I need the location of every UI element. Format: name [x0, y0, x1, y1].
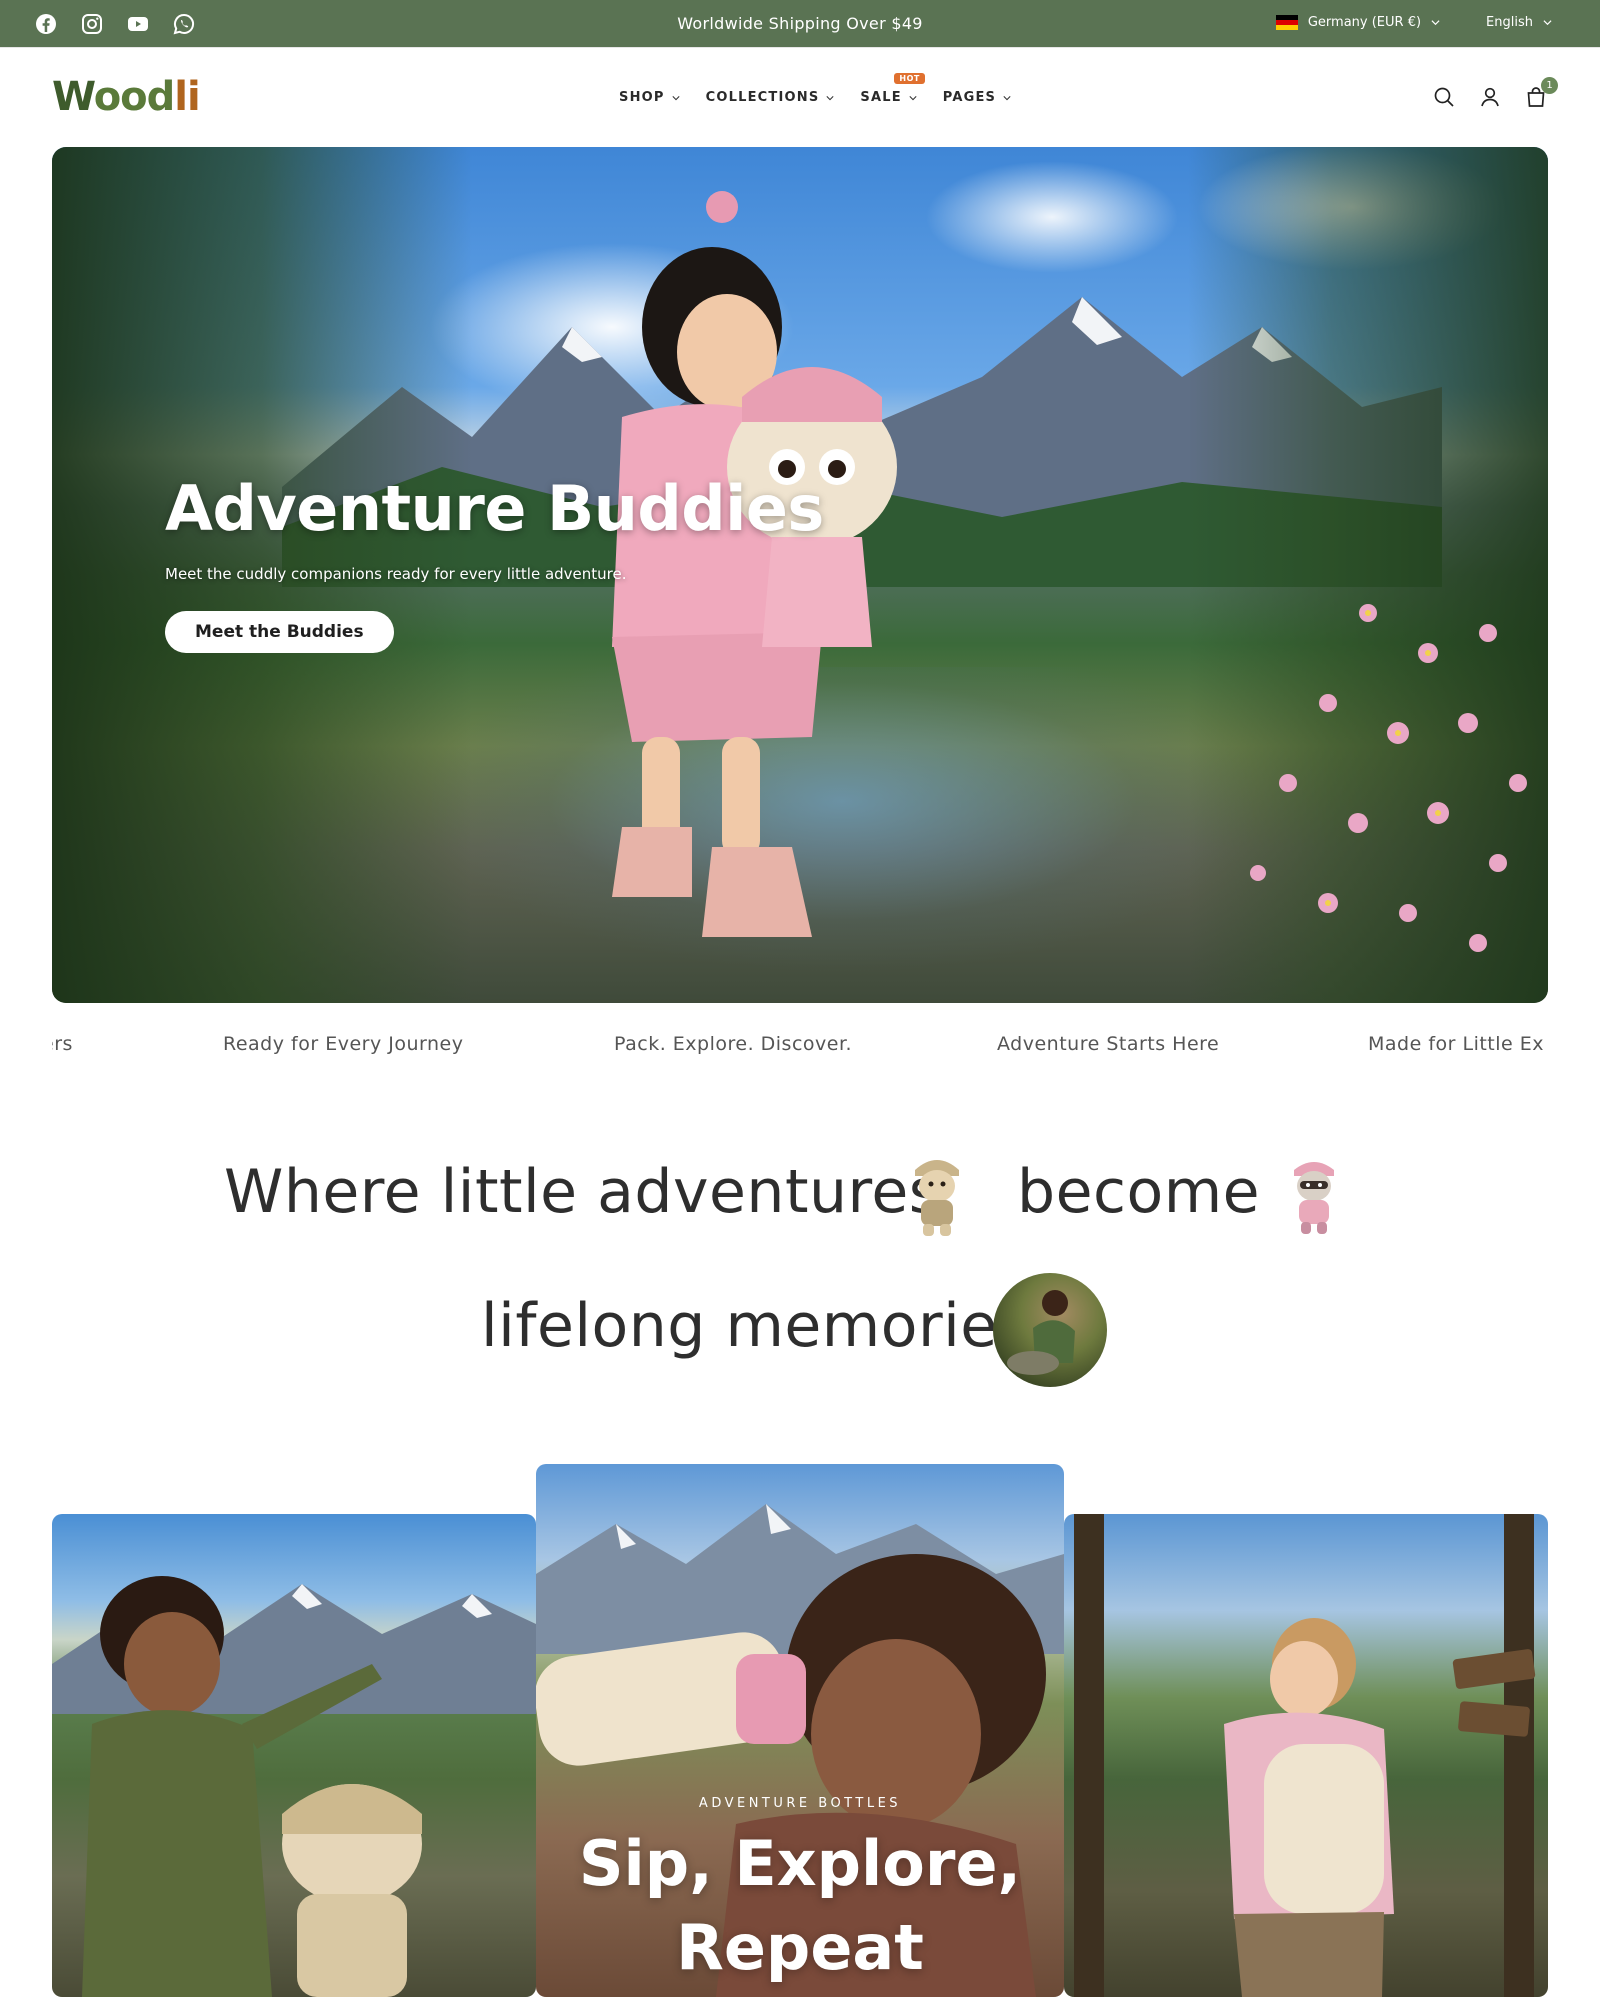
- currency-label: Germany (EUR €): [1307, 15, 1422, 30]
- marquee-item: Pack. Explore. Discover.: [614, 1033, 853, 1055]
- statement-line-1b: become: [1017, 1157, 1261, 1227]
- statement-line-2: lifelong memories: [481, 1291, 1030, 1361]
- collection-card-buddies[interactable]: [52, 1514, 536, 1997]
- language-label: English: [1486, 15, 1533, 30]
- brand-statement: Where little adventures become lifelong …: [0, 1140, 1600, 1400]
- hero-subtitle: Meet the cuddly companions ready for eve…: [165, 565, 627, 583]
- search-icon[interactable]: [1432, 85, 1456, 109]
- boy-with-bunny-illustration: [52, 1576, 536, 1997]
- marquee-strip: ers Ready for Every Journey Pack. Explor…: [52, 1003, 1548, 1083]
- child-exploring-photo: [993, 1273, 1107, 1387]
- hero-title: Adventure Buddies: [165, 472, 824, 545]
- locale-selectors: Germany (EUR €) English: [1275, 15, 1552, 30]
- meet-the-buddies-button[interactable]: Meet the Buddies: [165, 611, 394, 653]
- chevron-down-icon: [826, 95, 834, 100]
- statement-line-1a: Where little adventures: [224, 1157, 941, 1227]
- germany-flag-icon: [1275, 15, 1298, 30]
- site-header: Woodli SHOP COLLECTIONS HOT SALE PAGES 1: [0, 47, 1600, 147]
- cart-count-badge: 1: [1541, 77, 1558, 94]
- hero-banner: Adventure Buddies Meet the cuddly compan…: [52, 147, 1548, 1003]
- collection-card-backpacks[interactable]: [1064, 1514, 1548, 1997]
- marquee-item: Ready for Every Journey: [223, 1033, 464, 1055]
- language-selector[interactable]: English: [1486, 15, 1552, 30]
- child-exploring-illustration: [1007, 1290, 1075, 1375]
- girl-with-backpack-illustration: [1074, 1514, 1536, 1997]
- nav-item-shop[interactable]: SHOP: [619, 90, 680, 105]
- currency-selector[interactable]: Germany (EUR €): [1275, 15, 1440, 30]
- account-icon[interactable]: [1478, 85, 1502, 109]
- card-title: Sip, Explore, Repeat: [578, 1827, 1022, 1984]
- chevron-down-icon: [1003, 95, 1011, 100]
- hero-content: Adventure Buddies Meet the cuddly compan…: [165, 472, 824, 653]
- chevron-down-icon: [909, 95, 917, 100]
- marquee-item: ers: [52, 1033, 73, 1055]
- nav-item-pages[interactable]: PAGES: [943, 90, 1011, 105]
- cart-button[interactable]: 1: [1524, 77, 1558, 109]
- collection-card-adventure-bottles[interactable]: ADVENTURE BOTTLES Sip, Explore, Repeat: [536, 1464, 1064, 1997]
- wildflowers-illustration: [1250, 604, 1527, 952]
- bear-plush-icon: [915, 1160, 959, 1236]
- hot-badge: HOT: [894, 73, 925, 84]
- chevron-down-icon: [672, 95, 680, 100]
- raccoon-plush-icon: [1294, 1162, 1334, 1234]
- announcement-bar: Worldwide Shipping Over $49 Germany (EUR…: [0, 0, 1600, 47]
- card-eyebrow: ADVENTURE BOTTLES: [698, 1796, 902, 1811]
- chevron-down-icon: [1543, 20, 1552, 26]
- marquee-item: Made for Little Ex: [1368, 1033, 1545, 1055]
- main-nav: SHOP COLLECTIONS HOT SALE PAGES: [619, 73, 1011, 105]
- marquee-track: ers Ready for Every Journey Pack. Explor…: [52, 1033, 1548, 1063]
- nav-item-collections[interactable]: COLLECTIONS: [706, 90, 835, 105]
- woodli-logo[interactable]: Woodli: [52, 74, 201, 120]
- header-actions: 1: [1432, 77, 1558, 109]
- nav-item-sale[interactable]: HOT SALE: [860, 73, 925, 105]
- marquee-item: Adventure Starts Here: [997, 1033, 1220, 1055]
- chevron-down-icon: [1431, 20, 1440, 26]
